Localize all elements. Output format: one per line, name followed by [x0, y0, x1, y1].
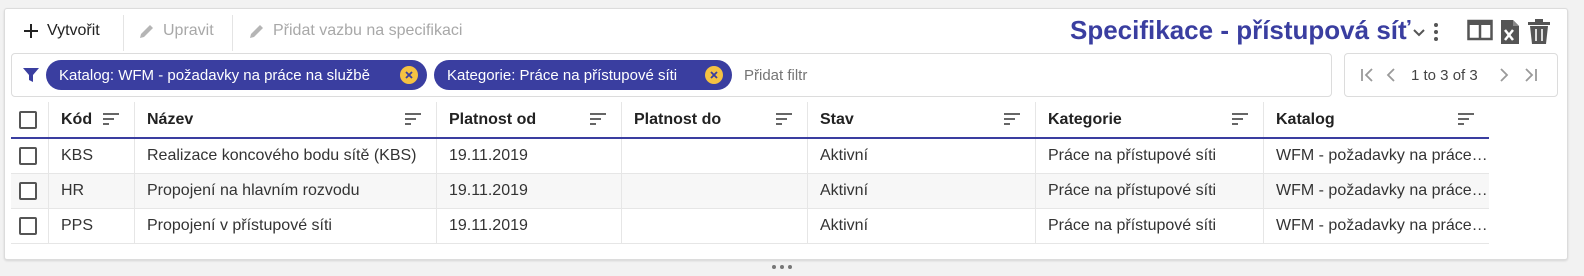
column-header-label: Název — [147, 110, 194, 128]
cell-category: Práce na přístupové síti — [1036, 174, 1264, 208]
plus-icon — [21, 21, 41, 41]
column-header-label: Kategorie — [1048, 110, 1122, 128]
column-header-label: Platnost od — [449, 110, 537, 128]
row-select-cell — [11, 209, 49, 243]
toolbar-divider — [232, 15, 233, 51]
cell-valid-to — [622, 174, 808, 208]
cell-code: KBS — [49, 139, 135, 173]
cell-catalog: WFM - požadavky na práce… — [1276, 217, 1488, 234]
close-icon[interactable] — [400, 66, 418, 84]
more-vert-icon[interactable] — [1433, 22, 1439, 47]
add-filter-input[interactable] — [744, 64, 984, 86]
cell-name: Propojení v přístupové síti — [135, 209, 437, 243]
sort-icon[interactable] — [1457, 112, 1475, 131]
table-header: Kód Název Platnost od Platnost do Stav K… — [11, 102, 1489, 139]
filter-chip-catalog[interactable]: Katalog: WFM - požadavky na práce na slu… — [46, 60, 427, 90]
column-header-label: Katalog — [1276, 110, 1335, 128]
cell-valid-to — [622, 209, 808, 243]
row-select-cell — [11, 139, 49, 173]
cell-name: Realizace koncového bodu sítě (KBS) — [135, 139, 437, 173]
column-header-name[interactable]: Název — [135, 102, 437, 137]
create-label: Vytvořit — [47, 22, 100, 39]
sort-icon[interactable] — [775, 112, 793, 131]
sort-icon[interactable] — [1003, 112, 1021, 131]
filter-chip-label: Katalog: WFM - požadavky na práce na slu… — [59, 66, 370, 84]
last-page-icon[interactable] — [1523, 67, 1539, 88]
cell-catalog: WFM - požadavky na práce… — [1276, 147, 1488, 164]
sort-icon[interactable] — [404, 112, 422, 131]
column-header-category[interactable]: Kategorie — [1036, 102, 1264, 137]
excel-export-icon[interactable] — [1499, 19, 1521, 50]
select-all-checkbox[interactable] — [19, 110, 37, 129]
cell-status: Aktivní — [808, 174, 1036, 208]
sort-icon[interactable] — [102, 112, 120, 131]
column-header-label: Kód — [61, 110, 93, 128]
cell-code: HR — [49, 174, 135, 208]
column-header-valid-from[interactable]: Platnost od — [437, 102, 622, 137]
edit-button[interactable]: Upravit — [137, 19, 214, 43]
cell-name: Propojení na hlavním rozvodu — [135, 174, 437, 208]
first-page-icon[interactable] — [1359, 67, 1375, 88]
filter-chip-category[interactable]: Kategorie: Práce na přístupové síti — [434, 60, 732, 90]
prev-page-icon[interactable] — [1385, 67, 1397, 88]
cell-code: PPS — [49, 209, 135, 243]
cell-status: Aktivní — [808, 209, 1036, 243]
row-checkbox[interactable] — [19, 182, 37, 200]
close-icon[interactable] — [705, 66, 723, 84]
row-checkbox[interactable] — [19, 217, 37, 235]
chevron-down-icon[interactable] — [1413, 25, 1425, 43]
column-header-code[interactable]: Kód — [49, 102, 135, 137]
filter-chip-label: Kategorie: Práce na přístupové síti — [447, 66, 678, 84]
specification-panel: Vytvořit Upravit Přidat vazbu na specifi… — [4, 8, 1568, 269]
row-select-cell — [11, 174, 49, 208]
pagination-range: 1 to 3 of 3 — [1411, 67, 1478, 84]
table-row[interactable]: KBS Realizace koncového bodu sítě (KBS) … — [11, 139, 1489, 174]
pencil-icon — [247, 21, 267, 41]
filter-icon[interactable] — [22, 66, 40, 89]
sort-icon[interactable] — [1231, 112, 1249, 131]
sort-icon[interactable] — [589, 112, 607, 131]
cell-category: Práce na přístupové síti — [1036, 139, 1264, 173]
column-header-catalog[interactable]: Katalog — [1264, 102, 1489, 137]
add-spec-link-button[interactable]: Přidat vazbu na specifikaci — [247, 19, 462, 43]
pagination: 1 to 3 of 3 — [1344, 53, 1558, 97]
page-title: Specifikace - přístupová síť — [1070, 15, 1411, 45]
add-spec-link-label: Přidat vazbu na specifikaci — [273, 22, 463, 39]
table-row[interactable]: HR Propojení na hlavním rozvodu 19.11.20… — [11, 174, 1489, 209]
cell-valid-from: 19.11.2019 — [437, 174, 622, 208]
cell-valid-from: 19.11.2019 — [437, 139, 622, 173]
edit-label: Upravit — [163, 22, 214, 39]
column-header-status[interactable]: Stav — [808, 102, 1036, 137]
column-header-valid-to[interactable]: Platnost do — [622, 102, 808, 137]
filter-bar: Katalog: WFM - požadavky na práce na slu… — [11, 53, 1332, 97]
pencil-icon — [137, 21, 157, 41]
columns-icon[interactable] — [1467, 19, 1493, 46]
column-header-label: Platnost do — [634, 110, 722, 128]
toolbar-divider — [123, 15, 124, 51]
select-all-cell — [11, 102, 49, 137]
create-button[interactable]: Vytvořit — [21, 19, 100, 43]
cell-status: Aktivní — [808, 139, 1036, 173]
table-row[interactable]: PPS Propojení v přístupové síti 19.11.20… — [11, 209, 1489, 244]
cell-valid-from: 19.11.2019 — [437, 209, 622, 243]
row-checkbox[interactable] — [19, 147, 37, 165]
column-header-label: Stav — [820, 110, 854, 128]
next-page-icon[interactable] — [1498, 67, 1510, 88]
drag-handle-icon[interactable] — [771, 257, 793, 275]
cell-category: Práce na přístupové síti — [1036, 209, 1264, 243]
cell-catalog: WFM - požadavky na práce… — [1276, 182, 1488, 199]
cell-valid-to — [622, 139, 808, 173]
trash-icon[interactable] — [1527, 19, 1551, 50]
